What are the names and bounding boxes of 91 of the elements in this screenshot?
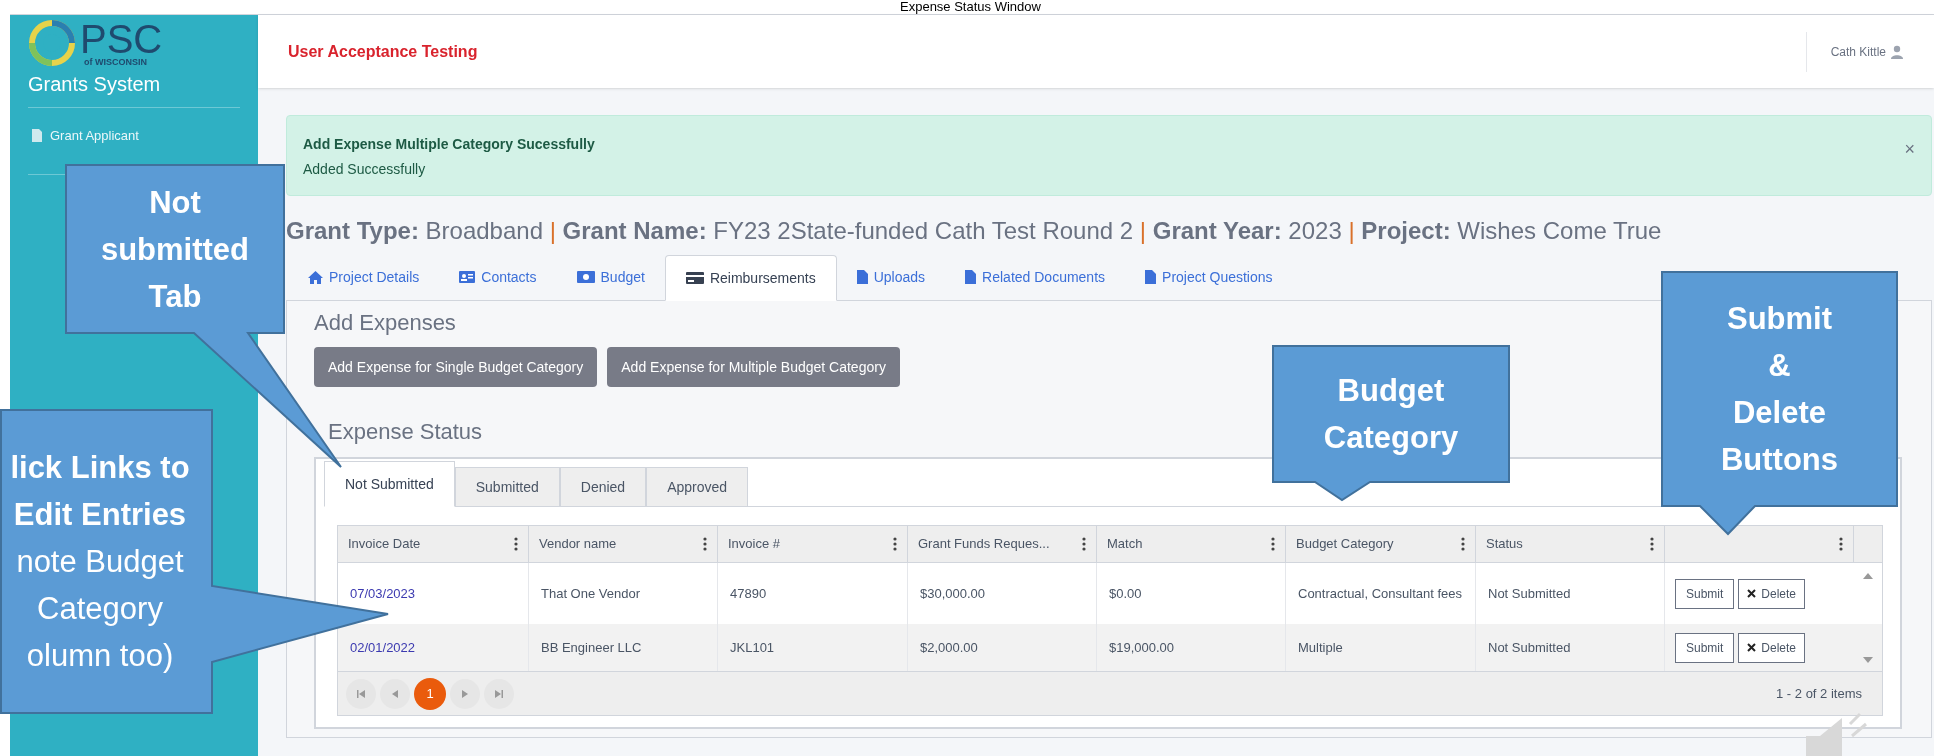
section-heading: Expense Status [328, 418, 483, 446]
callout-text: olumn too) [26, 637, 174, 675]
last-page-icon [495, 689, 503, 698]
callout-text: note Budget [16, 543, 184, 581]
column-menu-icon[interactable] [1082, 537, 1086, 551]
delete-button[interactable]: Delete [1738, 632, 1806, 663]
previous-page-icon [391, 689, 399, 698]
section-heading: Add Expenses [314, 309, 456, 337]
close-icon [1747, 643, 1757, 652]
close-button[interactable]: × [1904, 140, 1915, 158]
card-icon [685, 272, 704, 284]
table-cell-text: $2,000.00 [920, 638, 978, 657]
next-page-icon [461, 689, 469, 698]
tab[interactable]: Contacts [439, 254, 557, 300]
logo-subtext: of WISCONSIN [83, 58, 148, 67]
callout-text: Category [37, 590, 163, 628]
column-header[interactable]: Match [1107, 534, 1143, 554]
table-cell-text: That One Vendor [541, 584, 640, 603]
callout-text: Not [149, 183, 201, 222]
file-icon [856, 270, 868, 284]
column-header[interactable]: Status [1486, 534, 1523, 554]
id-card-icon [459, 271, 476, 283]
callout-text: Delete [1732, 394, 1826, 432]
environment-label: User Acceptance Testing [288, 41, 478, 62]
alert-title: Add Expense Multiple Category Sucessfully [303, 135, 595, 154]
submit-button[interactable]: Submit [1675, 632, 1735, 663]
add-expense-button[interactable]: Add Expense for Multiple Budget Category [607, 347, 900, 387]
tab[interactable]: Reimbursements [664, 255, 837, 301]
column-menu-icon[interactable] [1271, 537, 1275, 551]
user-name[interactable]: Cath Kittle [1830, 42, 1886, 61]
callout-text: Budget [1337, 372, 1445, 410]
tab[interactable]: Project Details [288, 254, 440, 300]
column-header[interactable]: Grant Funds Reques... [918, 534, 1050, 554]
date-link[interactable]: 02/01/2022 [350, 637, 416, 658]
table-cell-text: BB Engineer LLC [541, 638, 642, 657]
grant-header: Grant Type: Broadband | Grant Name: FY23 2State-funded Cath Test Round 2 | Grant Year: 2023 | Project: Wishes Come True [286, 216, 1662, 246]
callout-text: lick Links to [10, 449, 190, 487]
scroll-down-icon[interactable] [1863, 657, 1873, 663]
tab[interactable]: Budget [556, 254, 665, 300]
column-menu-icon[interactable] [1650, 537, 1654, 551]
close-icon [1747, 589, 1757, 598]
column-menu-icon[interactable] [703, 537, 707, 551]
slide-title: Expense Status Window [900, 0, 1041, 14]
callout-text: submitted [100, 230, 250, 269]
column-header[interactable]: Invoice # [728, 534, 781, 554]
table-cell-text: Not Submitted [1488, 638, 1571, 657]
tab[interactable]: Project Questions [1125, 254, 1293, 300]
delete-button[interactable]: Delete [1738, 578, 1806, 609]
document-icon [32, 129, 42, 143]
table-cell-text: $0.00 [1109, 584, 1142, 603]
tab[interactable]: Uploads [836, 254, 946, 300]
table-cell-text: $19,000.00 [1109, 638, 1175, 657]
table-cell-text: 47890 [730, 584, 767, 603]
logo-text: PSC [80, 20, 163, 58]
column-menu-icon[interactable] [1839, 537, 1843, 551]
table-cell-text: JKL101 [730, 638, 775, 657]
alert-message: Added Successfully [303, 160, 427, 179]
tab[interactable]: Submitted [454, 467, 560, 507]
system-name: Grants System [28, 69, 240, 108]
callout-text: Submit [1726, 300, 1833, 338]
callout-text: Category [1323, 419, 1459, 457]
swirl-logo-icon [28, 19, 76, 67]
column-header[interactable]: Budget Category [1296, 534, 1394, 554]
table-cell-text: Not Submitted [1488, 584, 1571, 603]
tab[interactable]: Related Documents [945, 254, 1126, 300]
submit-button[interactable]: Submit [1675, 578, 1735, 609]
callout-text: Tab [148, 277, 202, 316]
column-menu-icon[interactable] [1461, 537, 1465, 551]
file-icon [965, 270, 977, 284]
callout-text: & [1768, 347, 1791, 385]
add-expense-button[interactable]: Add Expense for Single Budget Category [314, 347, 598, 387]
table-cell-text: Contractual, Consultant fees [1298, 584, 1463, 603]
column-header[interactable]: Invoice Date [348, 534, 421, 554]
table-cell-text: Multiple [1298, 638, 1343, 657]
tab[interactable]: Not Submitted [324, 461, 455, 507]
page-button[interactable]: 1 [414, 677, 446, 710]
file-icon [1145, 270, 1157, 284]
date-link[interactable]: 07/03/2023 [350, 583, 416, 604]
scroll-up-icon[interactable] [1863, 573, 1873, 579]
column-menu-icon[interactable] [514, 537, 518, 551]
home-icon [308, 270, 323, 284]
pager-summary: 1 - 2 of 2 items [1776, 684, 1863, 703]
first-page-icon [357, 689, 365, 698]
tab[interactable]: Approved [646, 467, 749, 507]
callout-text: Buttons [1720, 441, 1839, 479]
table-cell-text: $30,000.00 [920, 584, 986, 603]
callout-text: Edit Entries [13, 496, 187, 534]
column-header[interactable]: Vendor name [539, 534, 617, 554]
money-icon [576, 271, 595, 283]
column-menu-icon[interactable] [893, 537, 897, 551]
tab[interactable]: Denied [559, 467, 647, 507]
